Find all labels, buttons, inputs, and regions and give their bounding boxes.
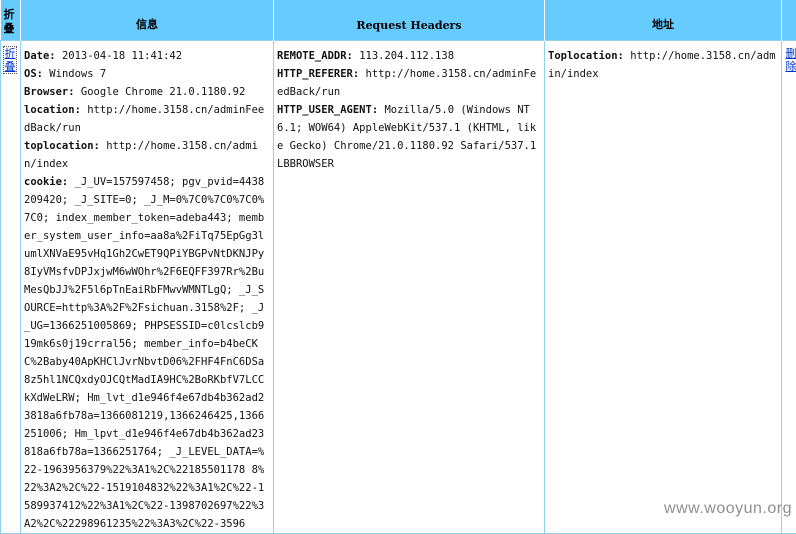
info-line-location: location: http://home.3158.cn/adminFeedB… — [24, 101, 270, 137]
header-action — [782, 0, 796, 41]
fold-cell: 折叠 — [1, 41, 21, 534]
info-line-cookie: cookie: _J_UV=157597458; pgv_pvid=443820… — [24, 173, 270, 533]
table-row: 折叠 Date: 2013-04-18 11:41:42 OS: Windows… — [1, 41, 796, 534]
request-headers-cell: REMOTE_ADDR: 113.204.112.138 HTTP_REFERE… — [274, 41, 545, 534]
header-info: 信息 — [21, 0, 274, 41]
address-cell: Toplocation: http://home.3158.cn/admin/i… — [545, 41, 782, 534]
info-line-date: Date: 2013-04-18 11:41:42 — [24, 47, 270, 65]
header-fold: 折叠 — [1, 0, 21, 41]
header-line-remote-addr: REMOTE_ADDR: 113.204.112.138 — [277, 47, 541, 65]
header-line-user-agent: HTTP_USER_AGENT: Mozilla/5.0 (Windows NT… — [277, 101, 541, 173]
header-line-referer: HTTP_REFERER: http://home.3158.cn/adminF… — [277, 65, 541, 101]
fold-link[interactable]: 折叠 — [4, 47, 16, 73]
info-line-browser: Browser: Google Chrome 21.0.1180.92 — [24, 83, 270, 101]
log-table: 折叠 信息 Request Headers 地址 折叠 Date: 2013-0… — [0, 0, 796, 534]
address-line-toplocation: Toplocation: http://home.3158.cn/admin/i… — [548, 47, 778, 83]
watermark: www.wooyun.org — [664, 500, 792, 518]
header-request-headers: Request Headers — [274, 0, 545, 41]
info-cell: Date: 2013-04-18 11:41:42 OS: Windows 7 … — [21, 41, 274, 534]
header-address: 地址 — [545, 0, 782, 41]
info-line-toplocation: toplocation: http://home.3158.cn/admin/i… — [24, 137, 270, 173]
delete-link[interactable]: 删除 — [785, 47, 796, 73]
table-header-row: 折叠 信息 Request Headers 地址 — [1, 0, 796, 41]
delete-cell: 删除 — [782, 41, 796, 534]
info-line-os: OS: Windows 7 — [24, 65, 270, 83]
